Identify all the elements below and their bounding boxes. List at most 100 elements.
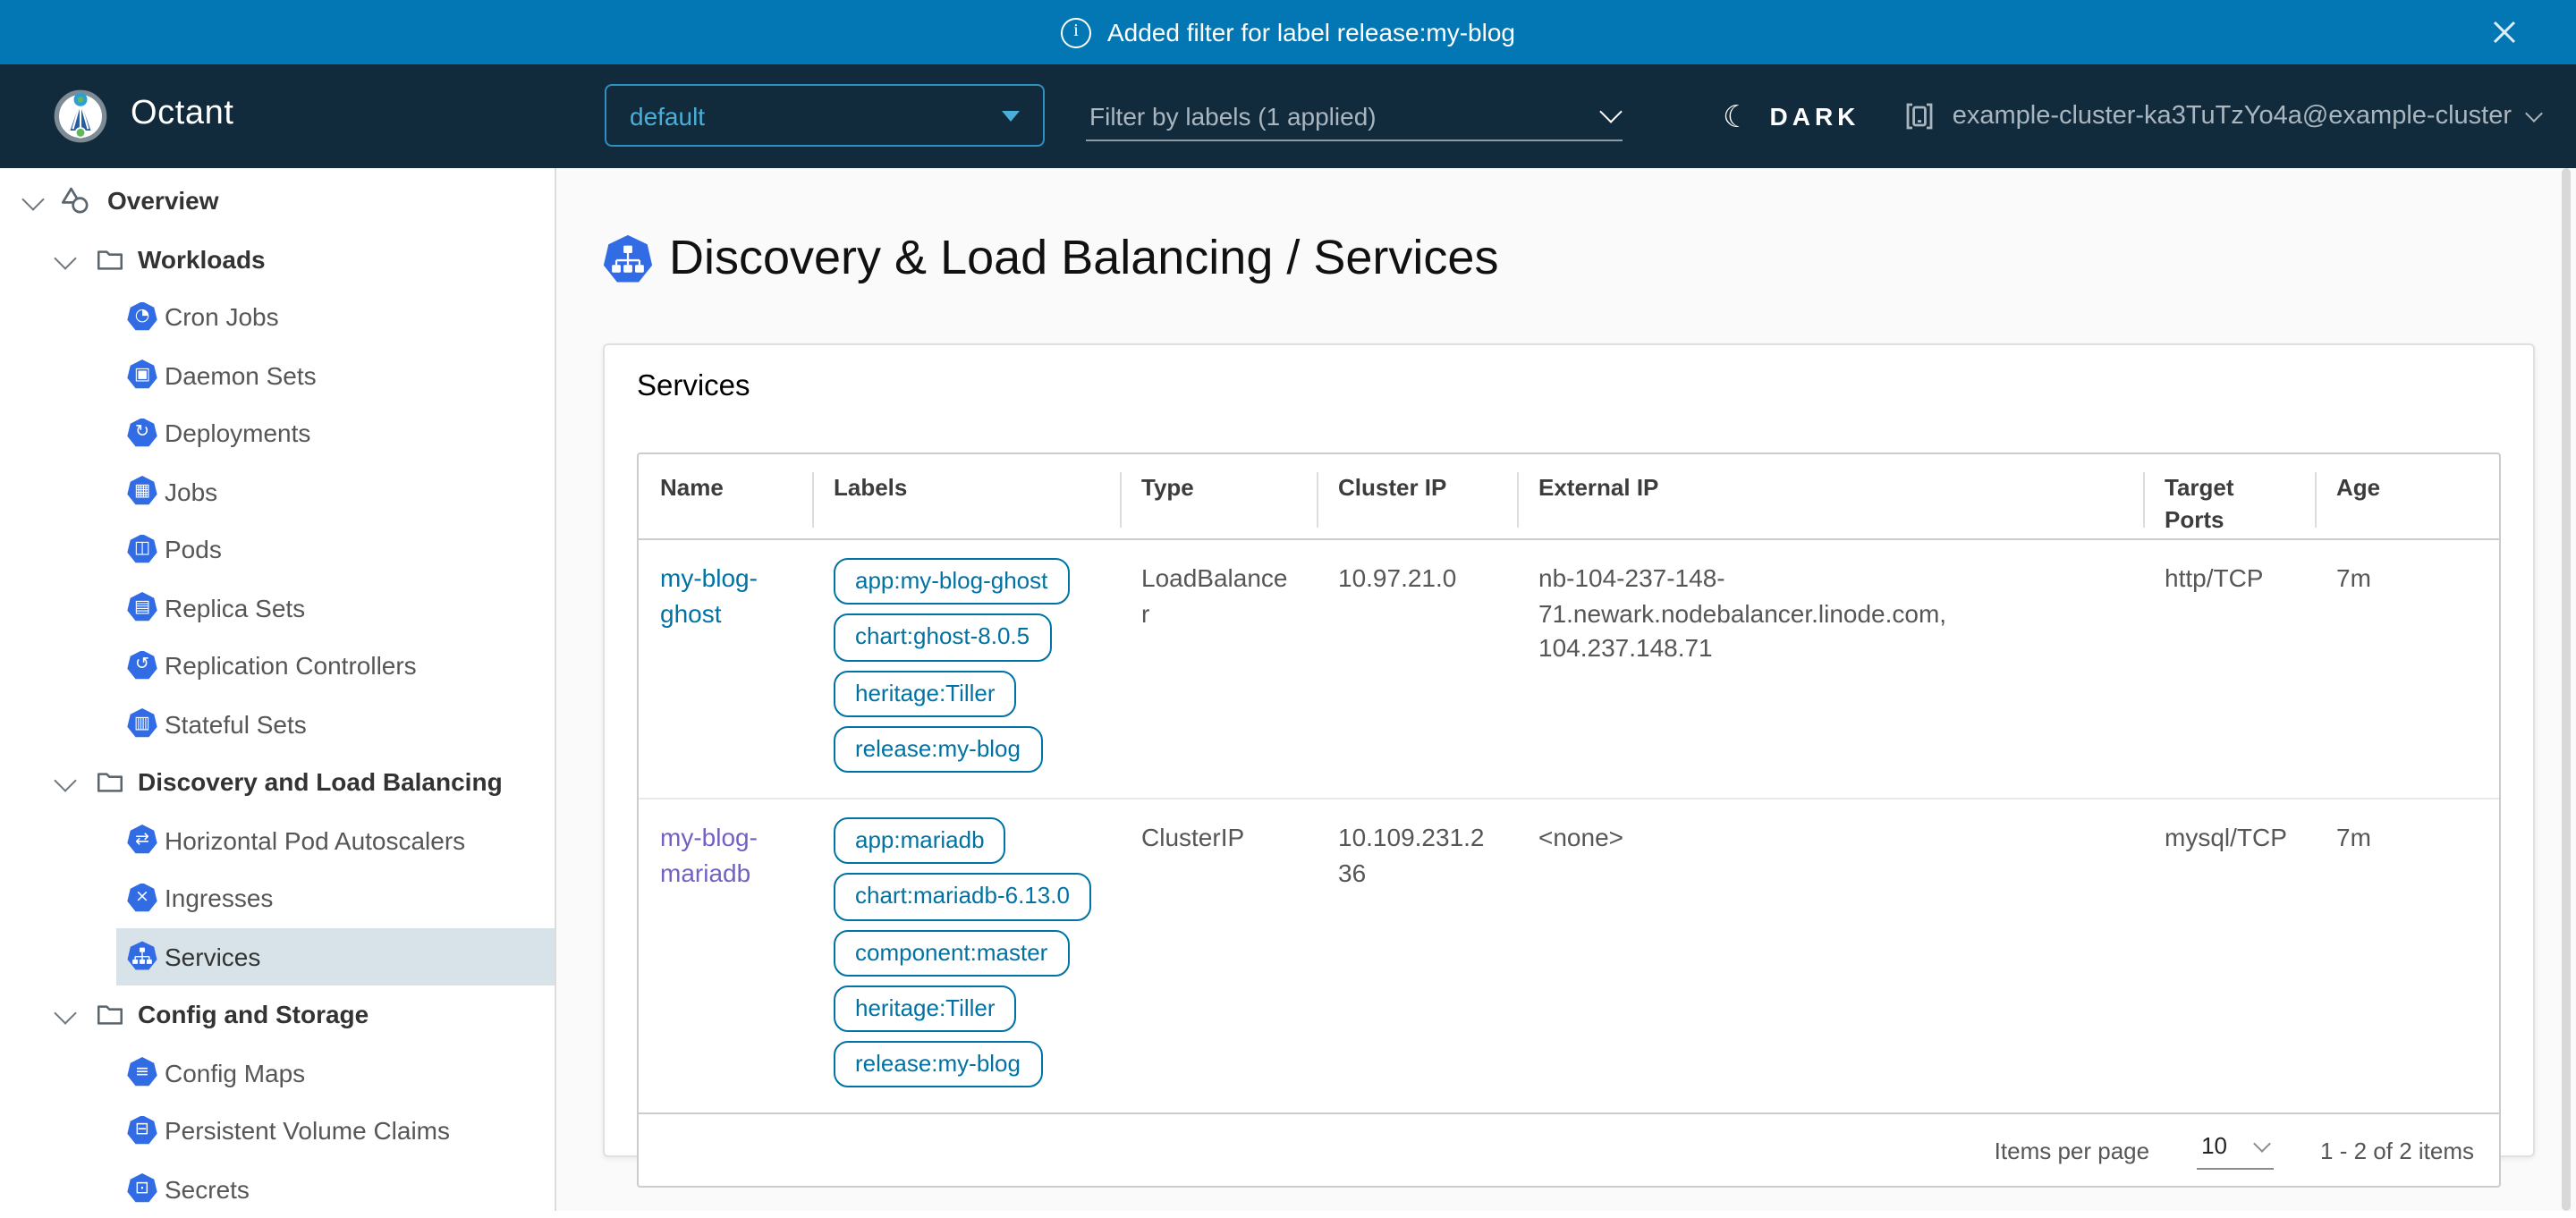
sidebar-item-overview[interactable]: Overview — [0, 172, 555, 230]
services-table: Name Labels Type Cluster IP External IP … — [637, 453, 2501, 1188]
sidebar-item-label: Jobs — [165, 478, 217, 506]
table-header-row: Name Labels Type Cluster IP External IP … — [639, 454, 2499, 540]
table-row: my-blog-ghost app:my-blog-ghost chart:gh… — [639, 540, 2499, 798]
target-ports-cell: http/TCP — [2143, 540, 2315, 798]
moon-icon: ☾ — [1723, 101, 1750, 131]
label-pill[interactable]: heritage:Tiller — [834, 670, 1017, 717]
label-filter-text: Filter by labels (1 applied) — [1089, 101, 1377, 130]
target-ports-cell: mysql/TCP — [2143, 799, 2315, 1113]
items-per-page-label: Items per page — [1995, 1138, 2149, 1164]
chevron-down-icon[interactable] — [21, 188, 44, 210]
service-name-link[interactable]: my-blog-ghost — [660, 563, 758, 627]
folder-icon — [95, 244, 125, 275]
chevron-down-icon — [2525, 105, 2543, 123]
sidebar-item-ingresses[interactable]: × Ingresses — [0, 869, 555, 927]
table-footer: Items per page 10 1 - 2 of 2 items — [639, 1113, 2499, 1187]
sidebar-item-label: Services — [165, 943, 260, 971]
sidebar-item-label: Horizontal Pod Autoscalers — [165, 826, 465, 855]
label-filter-input[interactable]: Filter by labels (1 applied) — [1086, 91, 1623, 141]
sidebar-item-label: Persistent Volume Claims — [165, 1117, 450, 1146]
cron-jobs-icon: ◔ — [127, 301, 157, 332]
pagination-range-text: 1 - 2 of 2 items — [2320, 1138, 2474, 1164]
sidebar-item-secrets[interactable]: ⊡ Secrets — [0, 1160, 555, 1218]
chevron-down-icon[interactable] — [54, 1002, 76, 1024]
sidebar-item-label: Daemon Sets — [165, 361, 317, 390]
cluster-icon — [1904, 100, 1936, 132]
folder-icon — [95, 767, 125, 798]
daemon-sets-icon: ▣ — [127, 359, 157, 390]
label-pill[interactable]: app:mariadb — [834, 817, 1006, 865]
sidebar-item-replica-sets[interactable]: ▤ Replica Sets — [0, 579, 555, 637]
card-title: Services — [605, 345, 2533, 404]
column-header-target-ports: Target Ports — [2143, 454, 2315, 538]
sidebar-item-replication-controllers[interactable]: ↺ Replication Controllers — [0, 637, 555, 695]
chevron-down-icon[interactable] — [54, 769, 76, 791]
dark-theme-toggle[interactable]: ☾ DARK — [1723, 64, 1860, 168]
alert-message: Added filter for label release:my-blog — [1107, 18, 1515, 47]
label-pill[interactable]: chart:mariadb-6.13.0 — [834, 874, 1091, 921]
column-header-name: Name — [639, 454, 812, 538]
sidebar-item-pods[interactable]: ◫ Pods — [0, 520, 555, 579]
sidebar-item-label: Config Maps — [165, 1059, 305, 1087]
labels-cell: app:my-blog-ghost chart:ghost-8.0.5 heri… — [812, 540, 1120, 798]
sidebar-item-label: Ingresses — [165, 884, 273, 913]
label-pill[interactable]: app:my-blog-ghost — [834, 558, 1069, 605]
sidebar-section-workloads[interactable]: Workloads — [0, 230, 555, 288]
items-per-page-value: 10 — [2201, 1132, 2227, 1159]
horizontal-pod-autoscalers-icon: ⇄ — [127, 825, 157, 855]
caret-down-icon — [1002, 110, 1020, 121]
age-cell: 7m — [2315, 799, 2499, 1113]
sidebar-item-label: Secrets — [165, 1175, 250, 1204]
sidebar-item-label: Cron Jobs — [165, 303, 279, 332]
label-pill[interactable]: heritage:Tiller — [834, 985, 1017, 1033]
label-pill[interactable]: component:master — [834, 929, 1069, 977]
service-name-link[interactable]: my-blog-mariadb — [660, 823, 758, 886]
sidebar-section-discovery-load-balancing[interactable]: Discovery and Load Balancing — [0, 753, 555, 811]
sidebar-section-label: Discovery and Load Balancing — [138, 768, 503, 797]
label-pill[interactable]: release:my-blog — [834, 1041, 1042, 1088]
services-icon — [127, 941, 157, 971]
sidebar-section-label: Workloads — [138, 245, 266, 274]
sidebar-item-label: Deployments — [165, 419, 310, 448]
label-pill[interactable]: release:my-blog — [834, 726, 1042, 774]
label-pill[interactable]: chart:ghost-8.0.5 — [834, 614, 1051, 662]
sidebar-item-deployments[interactable]: ↻ Deployments — [0, 404, 555, 462]
sidebar-item-label: Replication Controllers — [165, 652, 417, 681]
ingresses-icon: × — [127, 883, 157, 913]
namespace-dropdown[interactable]: default — [605, 84, 1045, 147]
items-per-page-select[interactable]: 10 — [2196, 1132, 2274, 1170]
sidebar-item-services[interactable]: Services — [0, 927, 555, 985]
services-page-icon — [603, 233, 653, 283]
chevron-down-icon[interactable] — [54, 246, 76, 268]
sidebar-section-label: Config and Storage — [138, 1001, 369, 1029]
page-title: Discovery & Load Balancing / Services — [669, 231, 1498, 286]
sidebar-section-config-and-storage[interactable]: Config and Storage — [0, 985, 555, 1044]
external-ip-cell: <none> — [1517, 799, 2143, 1113]
table-row: my-blog-mariadb app:mariadb chart:mariad… — [639, 798, 2499, 1113]
column-header-type: Type — [1120, 454, 1317, 538]
sidebar-item-daemon-sets[interactable]: ▣ Daemon Sets — [0, 346, 555, 404]
column-header-external-ip: External IP — [1517, 454, 2143, 538]
sidebar-item-cron-jobs[interactable]: ◔ Cron Jobs — [0, 288, 555, 346]
vertical-scrollbar[interactable] — [2562, 168, 2571, 1210]
stateful-sets-icon: ▥ — [127, 708, 157, 739]
cluster-ip-cell: 10.109.231.236 — [1317, 799, 1517, 1113]
close-icon[interactable] — [2490, 18, 2519, 47]
theme-toggle-label: DARK — [1770, 102, 1860, 131]
info-icon: i — [1061, 17, 1091, 47]
overview-icon — [59, 184, 91, 216]
octant-app: i Added filter for label release:my-blog… — [0, 0, 2576, 1210]
cluster-selector[interactable]: example-cluster-ka3TuTzYo4a@example-clus… — [1904, 64, 2540, 168]
sidebar-item-persistent-volume-claims[interactable]: ⊟ Persistent Volume Claims — [0, 1102, 555, 1160]
pods-icon: ◫ — [127, 534, 157, 564]
sidebar-item-config-maps[interactable]: ≡ Config Maps — [0, 1044, 555, 1102]
sidebar-item-label: Stateful Sets — [165, 710, 307, 739]
sidebar-item-jobs[interactable]: ▦ Jobs — [0, 462, 555, 520]
chevron-down-icon — [1599, 100, 1622, 123]
replica-sets-icon: ▤ — [127, 592, 157, 622]
external-ip-cell: nb-104-237-148-71.newark.nodebalancer.li… — [1517, 540, 2143, 798]
sidebar-item-stateful-sets[interactable]: ▥ Stateful Sets — [0, 695, 555, 753]
sidebar-item-label: Pods — [165, 536, 222, 564]
type-cell: ClusterIP — [1120, 799, 1317, 1113]
sidebar-item-horizontal-pod-autoscalers[interactable]: ⇄ Horizontal Pod Autoscalers — [0, 811, 555, 869]
